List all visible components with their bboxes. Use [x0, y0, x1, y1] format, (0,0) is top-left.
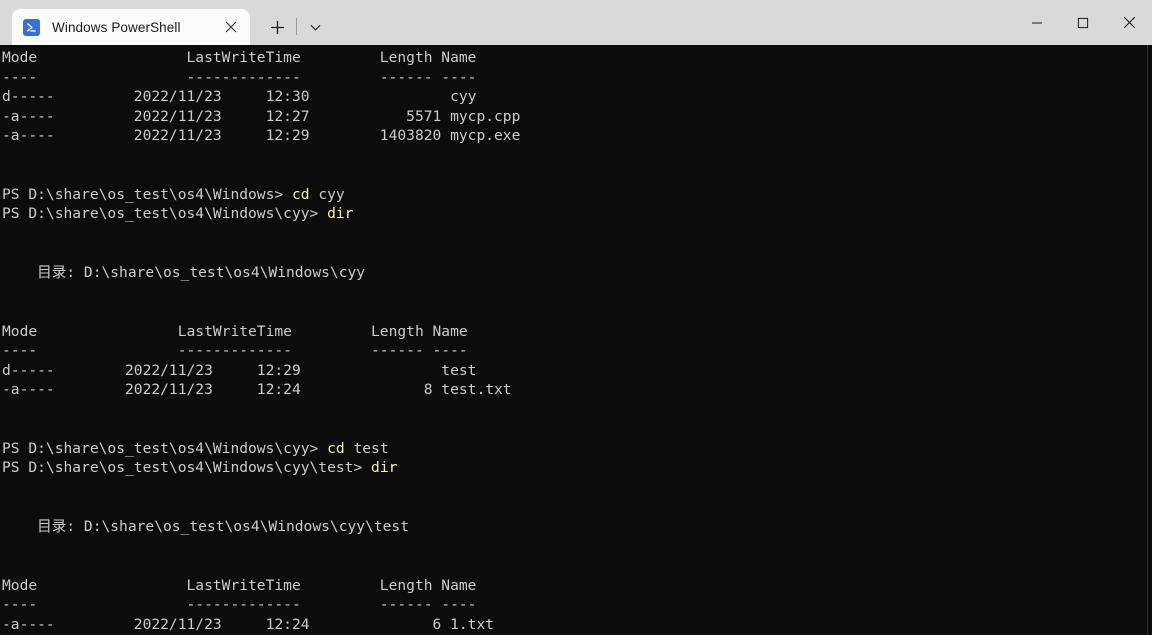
- terminal-output-line: ---- ------------- ------ ----: [2, 68, 477, 86]
- terminal-prompt-line: PS D:\share\os_test\os4\Windows\cyy> cd …: [2, 439, 520, 459]
- close-button[interactable]: [1106, 0, 1152, 45]
- tab-windows-powershell[interactable]: Windows PowerShell: [12, 9, 250, 45]
- terminal-prompt-line: PS D:\share\os_test\os4\Windows\cyy> dir: [2, 204, 520, 224]
- new-tab-button[interactable]: [260, 9, 294, 45]
- minimize-button[interactable]: [1014, 0, 1060, 45]
- terminal-scrollbar[interactable]: [1147, 45, 1148, 635]
- tab-title: Windows PowerShell: [52, 19, 181, 35]
- command-arguments: test: [344, 439, 389, 457]
- terminal-output-line: ---- ------------- ------ ----: [2, 596, 477, 614]
- terminal-output-line: Mode LastWriteTime Length Name: [2, 576, 477, 594]
- window-controls: [1014, 0, 1152, 45]
- shell-command: cd: [291, 185, 310, 203]
- prompt-path: PS D:\share\os_test\os4\Windows\cyy>: [2, 439, 328, 457]
- terminal-output-line: -a---- 2022/11/23 12:24 8 test.txt: [2, 381, 512, 399]
- terminal-output-line: Mode LastWriteTime Length Name: [2, 49, 477, 66]
- terminal-output-line: d----- 2022/11/23 12:29 test: [2, 361, 477, 379]
- terminal-output-line: -a---- 2022/11/23 12:27 5571 mycp.cpp: [2, 107, 521, 125]
- terminal-output-line: ---- ------------- ------ ----: [2, 342, 468, 360]
- terminal-output-line: -a---- 2022/11/23 12:24 6 1.txt: [2, 615, 495, 633]
- powershell-prompt-icon: [23, 18, 40, 36]
- terminal-output: Mode LastWriteTime Length Name ---- -----…: [0, 45, 520, 634]
- terminal-output-line: 目录: D:\share\os_test\os4\Windows\cyy: [2, 264, 366, 282]
- prompt-path: PS D:\share\os_test\os4\Windows\cyy\test…: [2, 459, 372, 477]
- maximize-button[interactable]: [1060, 0, 1106, 45]
- tabbar-divider: [296, 18, 297, 35]
- prompt-path: PS D:\share\os_test\os4\Windows>: [2, 185, 292, 203]
- terminal-output-line: d----- 2022/11/23 12:30 cyy: [2, 88, 477, 106]
- chevron-down-icon[interactable]: [299, 9, 331, 45]
- shell-command: cd: [327, 439, 345, 457]
- tab-close-icon[interactable]: [216, 13, 246, 41]
- terminal-output-line: -a---- 2022/11/23 12:29 1403820 mycp.exe: [2, 127, 521, 145]
- terminal-prompt-line: PS D:\share\os_test\os4\Windows> cd cyy: [2, 185, 520, 205]
- prompt-path: PS D:\share\os_test\os4\Windows\cyy>: [2, 205, 328, 223]
- terminal-output-line: 目录: D:\share\os_test\os4\Windows\cyy\tes…: [2, 518, 409, 536]
- shell-command: dir: [371, 459, 398, 477]
- window-titlebar: Windows PowerShell: [0, 0, 1152, 45]
- command-arguments: cyy: [309, 185, 345, 203]
- terminal-viewport[interactable]: Mode LastWriteTime Length Name ---- -----…: [0, 45, 1152, 635]
- terminal-output-line: Mode LastWriteTime Length Name: [2, 322, 468, 340]
- tab-strip: Windows PowerShell: [0, 0, 331, 45]
- shell-command: dir: [327, 205, 354, 223]
- terminal-prompt-line: PS D:\share\os_test\os4\Windows\cyy\test…: [2, 458, 520, 478]
